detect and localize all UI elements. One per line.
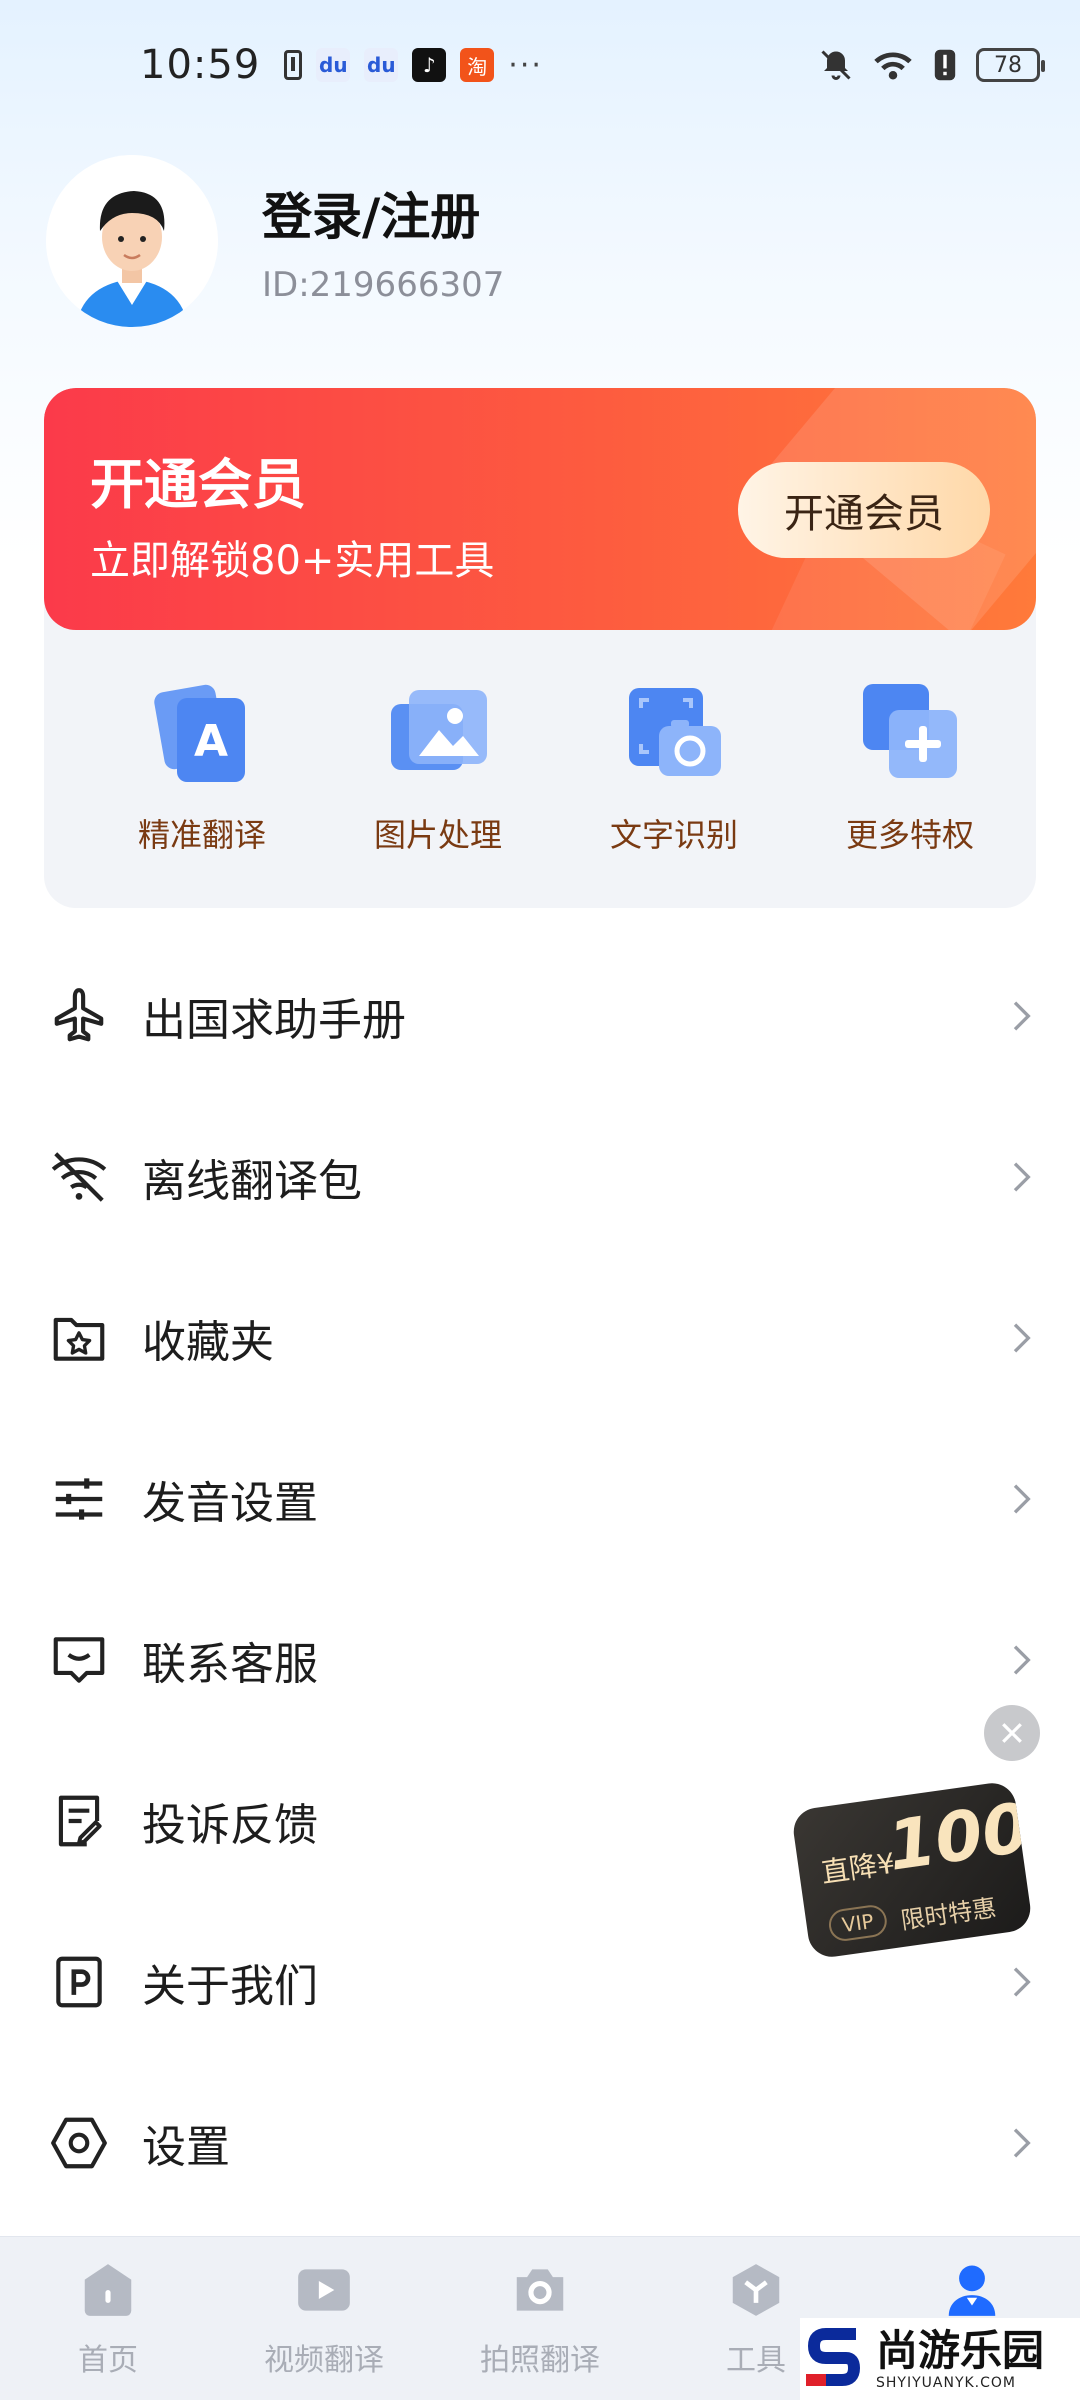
chevron-right-icon — [1013, 2127, 1031, 2158]
watermark-sub: SHYIYUANYK.COM — [876, 2375, 1016, 2391]
baidu-app-icon: du — [364, 48, 399, 82]
profile-icon — [948, 2265, 996, 2316]
camera-icon — [516, 2269, 564, 2311]
perk-label: 精准翻译 — [137, 816, 266, 854]
baidu-app-icon: du — [316, 48, 351, 82]
menu-item-favorites[interactable]: 收藏夹 — [0, 1257, 1080, 1418]
perk-precise-translation[interactable]: A 精准翻译 — [84, 678, 320, 856]
translate-a-icon: A — [154, 684, 245, 782]
promo-prefix: 直降¥ — [819, 1846, 897, 1890]
notification-icons: du du ♪ 淘 ··· — [284, 48, 543, 83]
avatar[interactable] — [46, 155, 218, 327]
site-watermark: 尚游乐园 SHYIYUANYK.COM — [800, 2318, 1080, 2400]
taobao-app-icon: 淘 — [460, 48, 495, 82]
more-notifications-icon: ··· — [508, 47, 543, 83]
menu-item-settings[interactable]: 设置 — [0, 2062, 1080, 2223]
menu-item-travel-help[interactable]: 出国求助手册 — [0, 935, 1080, 1096]
vip-card: 开通会员 立即解锁80+实用工具 开通会员 A 精准翻译 图片处理 文字识别 更… — [44, 388, 1036, 908]
menu-label: 离线翻译包 — [142, 1155, 362, 1207]
perk-more-privileges[interactable]: 更多特权 — [792, 678, 1028, 856]
promo-close-button[interactable] — [984, 1705, 1040, 1761]
menu-label: 联系客服 — [142, 1638, 318, 1690]
alert-icon — [934, 49, 956, 81]
image-icon — [391, 690, 487, 770]
hexagon-settings-icon — [51, 2117, 107, 2168]
vip-title: 开通会员 — [90, 453, 306, 516]
mute-bell-icon — [821, 50, 851, 80]
watermark-text: 尚游乐园 SHYIYUANYK.COM — [876, 2326, 1045, 2392]
tab-video-translate[interactable]: 视频翻译 — [216, 2237, 432, 2400]
promo-amount: 100 — [883, 1788, 1034, 1887]
chevron-right-icon — [1013, 1000, 1031, 1031]
edit-document-icon — [58, 1795, 102, 1846]
menu-item-offline-pack[interactable]: 离线翻译包 — [0, 1096, 1080, 1257]
tab-label: 首页 — [78, 2343, 138, 2378]
tab-label: 拍照翻译 — [480, 2343, 600, 2378]
open-vip-button[interactable]: 开通会员 — [738, 462, 990, 558]
close-icon — [1002, 1723, 1022, 1743]
vip-discount-promo[interactable]: 直降¥ 100 VIP 限时特惠 — [790, 1780, 1034, 1960]
chevron-right-icon — [1013, 1161, 1031, 1192]
user-id: ID:219666307 — [262, 265, 505, 305]
menu-label: 设置 — [142, 2121, 230, 2173]
sliders-icon — [55, 1477, 103, 1520]
plus-cards-icon — [863, 684, 957, 778]
settings-menu: 出国求助手册 离线翻译包 收藏夹 发音设置 联系客服 投诉反馈 关于我们 设置 — [0, 935, 1080, 2223]
status-bar: 10:59 du du ♪ 淘 ··· 78 — [0, 0, 1080, 130]
menu-label: 出国求助手册 — [142, 994, 406, 1046]
vip-subtitle: 立即解锁80+实用工具 — [90, 538, 495, 584]
battery-icon: 78 — [976, 48, 1045, 82]
chevron-right-icon — [1013, 1322, 1031, 1353]
menu-item-customer-service[interactable]: 联系客服 — [0, 1579, 1080, 1740]
promo-tag: 限时特惠 — [899, 1893, 999, 1935]
tab-home[interactable]: 首页 — [0, 2237, 216, 2400]
chat-message-icon — [53, 1636, 105, 1683]
menu-label: 发音设置 — [142, 1477, 318, 1529]
vip-banner[interactable]: 开通会员 立即解锁80+实用工具 开通会员 — [44, 388, 1036, 630]
menu-label: 投诉反馈 — [142, 1799, 318, 1851]
avatar-illustration — [46, 155, 218, 327]
vip-perks: A 精准翻译 图片处理 文字识别 更多特权 — [44, 678, 1036, 856]
airplane-icon — [54, 987, 104, 1041]
tiktok-app-icon: ♪ — [412, 48, 447, 82]
tab-photo-translate[interactable]: 拍照翻译 — [432, 2237, 648, 2400]
system-status-icons: 78 — [818, 47, 1045, 83]
video-play-icon — [298, 2269, 350, 2311]
profile-text: 登录/注册 ID:219666307 — [262, 177, 504, 305]
profile-header[interactable]: 登录/注册 ID:219666307 — [46, 155, 504, 327]
perk-text-recognition[interactable]: 文字识别 — [556, 678, 792, 856]
chevron-right-icon — [1013, 1483, 1031, 1514]
battery-saver-icon — [284, 50, 303, 80]
watermark-main: 尚游乐园 — [876, 2326, 1045, 2375]
menu-item-pronunciation[interactable]: 发音设置 — [0, 1418, 1080, 1579]
battery-level: 78 — [994, 52, 1022, 78]
menu-label: 收藏夹 — [142, 1316, 274, 1368]
svg-text:A: A — [194, 716, 228, 767]
tools-cube-icon — [732, 2264, 780, 2316]
status-time: 10:59 — [140, 42, 261, 88]
chevron-right-icon — [1013, 1966, 1031, 1997]
watermark-logo — [806, 2328, 861, 2386]
ocr-camera-icon — [629, 688, 721, 776]
wifi-icon — [874, 52, 912, 80]
folder-star-icon — [53, 1317, 105, 1361]
p-document-icon — [56, 1956, 102, 2007]
wifi-off-icon — [51, 1151, 107, 1202]
tab-label: 工具 — [726, 2343, 786, 2378]
menu-label: 关于我们 — [142, 1960, 318, 2012]
tab-label: 视频翻译 — [264, 2343, 384, 2378]
perk-label: 图片处理 — [373, 816, 502, 854]
login-register-link[interactable]: 登录/注册 — [262, 177, 504, 249]
perk-image-processing[interactable]: 图片处理 — [320, 678, 556, 856]
perk-label: 文字识别 — [609, 816, 738, 854]
home-icon — [84, 2264, 132, 2316]
chevron-right-icon — [1013, 1644, 1031, 1675]
perk-label: 更多特权 — [845, 816, 974, 854]
promo-vip-badge: VIP — [826, 1903, 889, 1943]
